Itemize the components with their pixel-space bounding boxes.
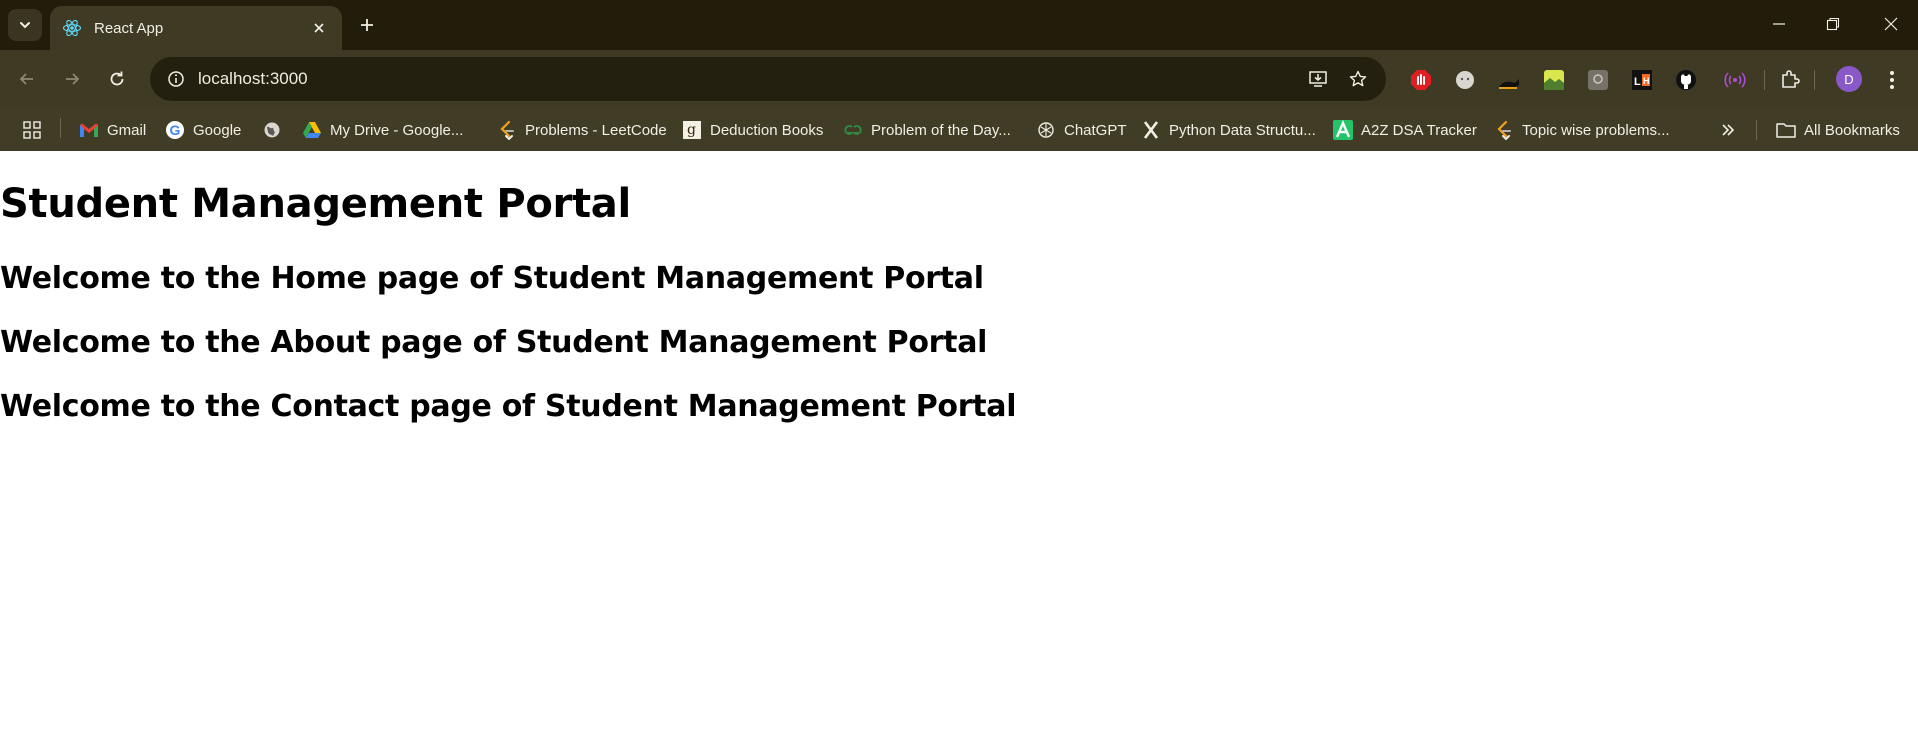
drive-icon	[302, 120, 322, 140]
bookmark-label: A2Z DSA Tracker	[1361, 121, 1477, 139]
bookmark-google[interactable]: G Google	[165, 116, 241, 144]
page-title: Student Management Portal	[0, 181, 631, 227]
home-section-heading: Welcome to the Home page of Student Mana…	[0, 261, 984, 296]
bookmarks-bar: Gmail G Google My Drive - Google... Prob…	[0, 108, 1918, 151]
arrow-left-icon	[19, 73, 33, 85]
restore-button[interactable]	[1810, 6, 1856, 42]
bookmark-python-data-structures[interactable]: Python Data Structu...	[1141, 116, 1316, 144]
tab-strip: React App	[0, 0, 1918, 50]
reload-icon	[110, 71, 124, 86]
goodreads-icon: g	[682, 120, 702, 140]
kebab-menu-icon[interactable]	[1878, 66, 1906, 94]
broadcast-extension-icon[interactable]	[1721, 66, 1749, 94]
bookmark-label: Topic wise problems...	[1522, 121, 1670, 139]
svg-text:L: L	[1634, 76, 1641, 88]
bookmark-label: My Drive - Google...	[330, 121, 464, 139]
gfg-icon	[843, 120, 863, 140]
svg-text:H: H	[1643, 76, 1650, 86]
grey-extension-icon[interactable]	[1584, 66, 1612, 94]
bookmark-label: Google	[193, 121, 242, 139]
close-window-button[interactable]	[1868, 6, 1914, 42]
tab-title: React App	[94, 19, 164, 37]
restore-icon	[1826, 17, 1840, 31]
browser-chrome: React App localhost:3000 L H D Gmail G G…	[0, 0, 1918, 151]
forward-button[interactable]	[55, 62, 89, 96]
leetcode-icon	[497, 120, 517, 140]
url-text[interactable]: localhost:3000	[198, 69, 1298, 89]
toolbar-divider	[1764, 70, 1765, 90]
tab-react-app[interactable]: React App	[50, 6, 342, 50]
close-icon	[1884, 17, 1898, 31]
bookmark-leetcode[interactable]: Problems - LeetCode	[497, 116, 667, 144]
github-extension-icon[interactable]	[1672, 66, 1700, 94]
address-bar[interactable]: localhost:3000	[150, 57, 1386, 101]
lh-extension-icon[interactable]: LH	[1628, 66, 1656, 94]
install-app-icon[interactable]	[1298, 59, 1338, 99]
svg-text:g: g	[687, 122, 696, 138]
new-tab-button[interactable]	[352, 10, 382, 40]
apps-grid-icon	[22, 120, 42, 140]
double-chevron-right-icon	[1722, 124, 1735, 136]
profile-avatar[interactable]: D	[1836, 66, 1862, 92]
about-section-heading: Welcome to the About page of Student Man…	[0, 325, 988, 360]
bookmark-chatgpt[interactable]: ChatGPT	[1036, 116, 1127, 144]
bookmark-label: Problems - LeetCode	[525, 121, 667, 139]
plus-icon	[361, 19, 373, 31]
bookmark-label: Problem of the Day...	[871, 121, 1011, 139]
bookmark-gmail[interactable]: Gmail	[79, 116, 146, 144]
bookmark-label: Deduction Books	[710, 121, 824, 139]
reload-button[interactable]	[100, 62, 134, 96]
arrow-right-icon	[66, 73, 80, 85]
face-extension-icon[interactable]	[1451, 66, 1479, 94]
bookmark-problem-of-the-day[interactable]: Problem of the Day...	[843, 116, 1011, 144]
cat-extension-icon[interactable]	[1495, 66, 1523, 94]
bookmarks-overflow-button[interactable]	[1720, 116, 1736, 144]
gmail-icon	[79, 120, 99, 140]
tab-search-button[interactable]	[8, 9, 42, 41]
bookmark-star-icon[interactable]	[1338, 59, 1378, 99]
back-button[interactable]	[10, 62, 44, 96]
toolbar-divider	[1814, 70, 1815, 90]
react-icon	[62, 18, 82, 38]
adblock-extension-icon[interactable]	[1407, 66, 1435, 94]
folder-icon	[1776, 120, 1796, 140]
extensions-puzzle-icon[interactable]	[1776, 66, 1804, 94]
bookmark-divider	[1756, 120, 1757, 140]
bookmark-label: Gmail	[107, 121, 147, 139]
leetcode-icon	[1494, 120, 1514, 140]
bookmark-globe[interactable]	[262, 116, 290, 144]
bookmark-a2z-dsa-tracker[interactable]: A2Z DSA Tracker	[1333, 116, 1477, 144]
google-icon: G	[165, 120, 185, 140]
bookmark-topic-wise-problems[interactable]: Topic wise problems...	[1494, 116, 1670, 144]
x-icon	[1141, 120, 1161, 140]
a2z-icon	[1333, 120, 1353, 140]
bookmark-apps[interactable]	[22, 116, 50, 144]
bookmark-label: Python Data Structu...	[1169, 121, 1316, 139]
minimize-button[interactable]	[1756, 6, 1802, 42]
bookmark-label: ChatGPT	[1064, 121, 1127, 139]
bookmark-deduction-books[interactable]: g Deduction Books	[682, 116, 823, 144]
close-tab-icon[interactable]	[308, 17, 330, 39]
contact-section-heading: Welcome to the Contact page of Student M…	[0, 389, 1017, 424]
site-info-icon[interactable]	[154, 57, 198, 101]
globe-icon	[262, 120, 282, 140]
chevron-down-icon	[20, 22, 30, 29]
all-bookmarks-folder[interactable]: All Bookmarks	[1776, 116, 1900, 144]
all-bookmarks-label: All Bookmarks	[1804, 121, 1900, 139]
minimize-icon	[1773, 23, 1785, 25]
svg-text:G: G	[170, 122, 181, 138]
picture-extension-icon[interactable]	[1540, 66, 1568, 94]
bookmark-divider	[60, 118, 61, 138]
chatgpt-icon	[1036, 120, 1056, 140]
page-content: Student Management Portal Welcome to the…	[0, 151, 1918, 740]
bookmark-my-drive[interactable]: My Drive - Google...	[302, 116, 463, 144]
